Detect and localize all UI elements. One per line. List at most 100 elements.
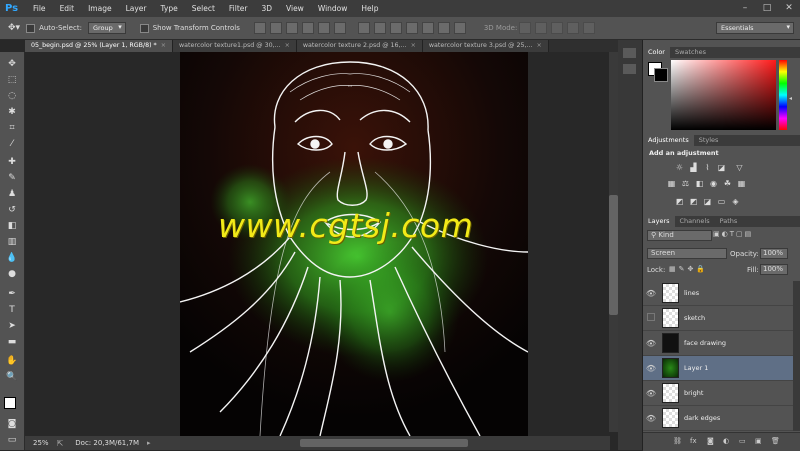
3d-rotate-icon[interactable] [519, 22, 532, 34]
lasso-tool-icon[interactable]: ◌ [4, 90, 20, 103]
distribute-icon[interactable] [405, 22, 418, 34]
magic-wand-icon[interactable]: ✱ [4, 106, 20, 119]
eye-icon[interactable]: 👁 [643, 339, 659, 348]
eraser-icon[interactable]: ◧ [4, 220, 20, 233]
layer-row-dark-edges[interactable]: 👁 dark edges [643, 406, 793, 431]
gradient-tool-icon[interactable]: ▥ [4, 236, 20, 249]
posterize-icon[interactable]: ◩ [689, 198, 698, 206]
color-balance-icon[interactable]: ⚖ [681, 180, 690, 188]
exposure-icon[interactable]: ◪ [717, 164, 726, 172]
levels-icon[interactable]: ▟ [689, 164, 698, 172]
tab-watercolor-texture-1[interactable]: watercolor texture1.psd @ 30,... × [172, 40, 297, 52]
hue-slider-arrow-icon[interactable]: ◂ [789, 95, 792, 102]
eye-icon[interactable]: 👁 [643, 364, 659, 373]
brush-tool-icon[interactable]: ✎ [4, 172, 20, 185]
eye-icon[interactable]: 👁 [643, 414, 659, 423]
horizontal-scroll-thumb[interactable] [300, 439, 468, 447]
fx-icon[interactable]: fx [690, 437, 697, 445]
tab-channels[interactable]: Channels [675, 216, 715, 227]
new-layer-icon[interactable]: ▣ [755, 437, 762, 445]
dodge-tool-icon[interactable]: ● [4, 268, 20, 281]
move-tool-icon[interactable]: ✥ [4, 58, 20, 71]
eyedropper-icon[interactable]: ⁄ [4, 138, 20, 151]
tab-styles[interactable]: Styles [694, 135, 724, 146]
trash-icon[interactable]: 🗑 [771, 437, 780, 445]
folder-icon[interactable]: ▭ [739, 437, 746, 445]
distribute-icon[interactable] [389, 22, 402, 34]
tab-layers[interactable]: Layers [643, 216, 675, 227]
menu-image[interactable]: Image [81, 0, 119, 17]
brightness-icon[interactable]: ☼ [675, 164, 684, 172]
menu-layer[interactable]: Layer [119, 0, 154, 17]
3d-drag-icon[interactable] [551, 22, 564, 34]
tab-color[interactable]: Color [643, 47, 670, 58]
close-icon[interactable]: × [161, 42, 166, 49]
close-icon[interactable]: × [411, 42, 416, 49]
background-color-swatch[interactable] [654, 68, 668, 82]
align-left-icon[interactable] [301, 22, 314, 34]
3d-slide-icon[interactable] [567, 22, 580, 34]
history-brush-icon[interactable]: ↺ [4, 204, 20, 217]
color-lookup-icon[interactable]: ▦ [737, 180, 746, 188]
shape-tool-icon[interactable]: ▬ [4, 336, 20, 349]
align-middle-icon[interactable] [269, 22, 282, 34]
screen-mode-icon[interactable]: ▭ [4, 434, 20, 447]
pen-tool-icon[interactable]: ✒ [4, 288, 20, 301]
type-tool-icon[interactable]: T [4, 304, 20, 317]
eye-hidden-icon[interactable] [643, 313, 659, 323]
menu-view[interactable]: View [279, 0, 311, 17]
blend-mode-dropdown[interactable]: Screen [647, 248, 727, 259]
menu-file[interactable]: File [26, 0, 53, 17]
menu-edit[interactable]: Edit [53, 0, 82, 17]
vibrance-icon[interactable]: ▽ [735, 164, 744, 172]
selective-color-icon[interactable]: ◈ [731, 198, 740, 206]
close-icon[interactable]: × [537, 42, 542, 49]
align-bottom-icon[interactable] [285, 22, 298, 34]
close-window-button[interactable]: ✕ [778, 0, 800, 17]
hue-slider[interactable] [779, 60, 787, 130]
marquee-tool-icon[interactable]: ⬚ [4, 74, 20, 87]
auto-select-checkbox[interactable] [26, 23, 36, 33]
zoom-level[interactable]: 25% [33, 439, 49, 447]
status-arrow-icon[interactable]: ▸ [147, 439, 151, 447]
menu-window[interactable]: Window [311, 0, 355, 17]
foreground-color-swatch[interactable] [4, 397, 16, 409]
filter-icons[interactable]: ▣◐T▢▤ [713, 230, 793, 239]
color-picker-field[interactable] [671, 60, 776, 130]
clone-stamp-icon[interactable]: ♟ [4, 188, 20, 201]
threshold-icon[interactable]: ◪ [703, 198, 712, 206]
tab-watercolor-texture-2[interactable]: watercolor texture 2.psd @ 16,... × [296, 40, 423, 52]
path-select-icon[interactable]: ➤ [4, 320, 20, 333]
fill-input[interactable]: 100% [760, 264, 788, 275]
tab-watercolor-texture-3[interactable]: watercolor texture 3.psd @ 25,... × [422, 40, 549, 52]
curves-icon[interactable]: ⌇ [703, 164, 712, 172]
properties-icon[interactable] [623, 64, 636, 74]
layer-row-layer-1[interactable]: 👁 Layer 1 [643, 356, 793, 381]
menu-help[interactable]: Help [354, 0, 385, 17]
maximize-button[interactable]: □ [756, 0, 778, 17]
layer-row-lines[interactable]: 👁 lines [643, 281, 793, 306]
crop-tool-icon[interactable]: ⌗ [4, 122, 20, 135]
auto-align-icon[interactable] [453, 22, 466, 34]
menu-filter[interactable]: Filter [222, 0, 255, 17]
invert-icon[interactable]: ◩ [675, 198, 684, 206]
3d-scale-icon[interactable] [583, 22, 596, 34]
vertical-scroll-thumb[interactable] [609, 195, 618, 315]
healing-brush-icon[interactable]: ✚ [4, 156, 20, 169]
opacity-input[interactable]: 100% [760, 248, 788, 259]
lock-icons[interactable]: ▦✎✥🔒 [669, 265, 708, 273]
show-transform-checkbox[interactable] [139, 23, 149, 33]
menu-select[interactable]: Select [185, 0, 222, 17]
eye-icon[interactable]: 👁 [643, 389, 659, 398]
zoom-tool-icon[interactable]: 🔍 [4, 371, 20, 384]
adjustment-icon[interactable]: ◐ [723, 437, 729, 445]
auto-select-dropdown[interactable]: Group [87, 22, 126, 34]
export-icon[interactable]: ⇱ [57, 439, 64, 448]
3d-roll-icon[interactable] [535, 22, 548, 34]
layer-row-sketch[interactable]: sketch [643, 306, 793, 331]
tab-paths[interactable]: Paths [715, 216, 743, 227]
layer-row-face-drawing[interactable]: 👁 face drawing [643, 331, 793, 356]
black-white-icon[interactable]: ◧ [695, 180, 704, 188]
menu-3d[interactable]: 3D [254, 0, 279, 17]
history-icon[interactable] [623, 48, 636, 58]
